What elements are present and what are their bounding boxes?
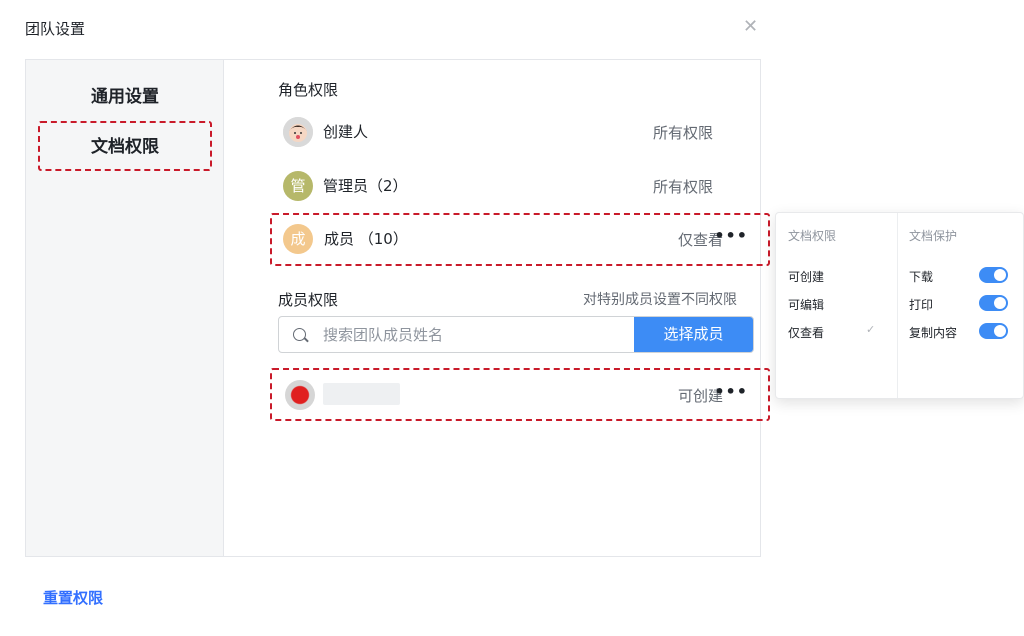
option-view-only[interactable]: 仅查看 xyxy=(788,324,824,341)
doc-permission-heading: 文档权限 xyxy=(788,229,837,243)
close-icon[interactable]: ✕ xyxy=(743,18,758,36)
settings-panel: 通用设置 文档权限 角色权限 创建人 所有权限 管 管理员（2） 所有权限 成 … xyxy=(25,59,770,557)
check-icon: ✓ xyxy=(866,323,876,336)
role-permissions-title: 角色权限 xyxy=(278,81,339,99)
left-nav: 通用设置 文档权限 xyxy=(26,60,224,556)
creator-avatar xyxy=(283,117,313,147)
role-name: 管理员（2） xyxy=(323,177,408,195)
print-toggle[interactable] xyxy=(979,295,1008,311)
member-permissions-title: 成员权限 xyxy=(278,291,339,309)
protection-copy-label: 复制内容 xyxy=(909,326,958,340)
role-name: 创建人 xyxy=(323,123,369,141)
admin-avatar: 管 xyxy=(283,171,313,201)
main-content: 角色权限 创建人 所有权限 管 管理员（2） 所有权限 成 成员 （10） 仅查… xyxy=(248,60,770,556)
reset-permissions-link[interactable]: 重置权限 xyxy=(43,587,103,608)
permission-popover: 文档权限 可创建 可编辑 仅查看 ✓ 文档保护 下载 打印 复制内容 xyxy=(775,212,1024,399)
popover-divider xyxy=(897,213,898,398)
role-permission: 所有权限 xyxy=(652,178,713,196)
role-name: 成员 （10） xyxy=(324,230,408,248)
option-can-edit[interactable]: 可编辑 xyxy=(788,296,824,313)
nav-item-doc-permissions[interactable]: 文档权限 xyxy=(38,121,212,171)
search-icon xyxy=(293,328,306,341)
more-options-icon[interactable]: ••• xyxy=(714,382,748,401)
protection-download-label: 下载 xyxy=(909,270,934,284)
member-name-redacted xyxy=(323,383,400,405)
more-options-icon[interactable]: ••• xyxy=(714,226,748,245)
nav-item-general[interactable]: 通用设置 xyxy=(26,82,224,107)
role-row-member[interactable]: 成 成员 （10） 仅查看 ••• xyxy=(270,213,770,266)
option-can-create[interactable]: 可创建 xyxy=(788,268,824,285)
member-hint: 对特别成员设置不同权限 xyxy=(583,292,737,308)
copy-content-toggle[interactable] xyxy=(979,323,1008,339)
download-toggle[interactable] xyxy=(979,267,1008,283)
search-input[interactable] xyxy=(323,317,633,352)
member-avatar: 成 xyxy=(283,224,313,254)
role-row-admin: 管 管理员（2） 所有权限 xyxy=(278,166,743,206)
role-row-creator: 创建人 所有权限 xyxy=(278,112,743,152)
user-avatar xyxy=(285,380,315,410)
dialog-title: 团队设置 xyxy=(25,20,86,38)
select-members-button[interactable]: 选择成员 xyxy=(634,317,753,352)
member-search: 选择成员 xyxy=(278,316,754,353)
role-permission: 所有权限 xyxy=(652,124,713,142)
member-row[interactable]: 可创建 ••• xyxy=(270,368,770,421)
protection-print-label: 打印 xyxy=(909,298,934,312)
doc-protection-heading: 文档保护 xyxy=(909,229,958,243)
